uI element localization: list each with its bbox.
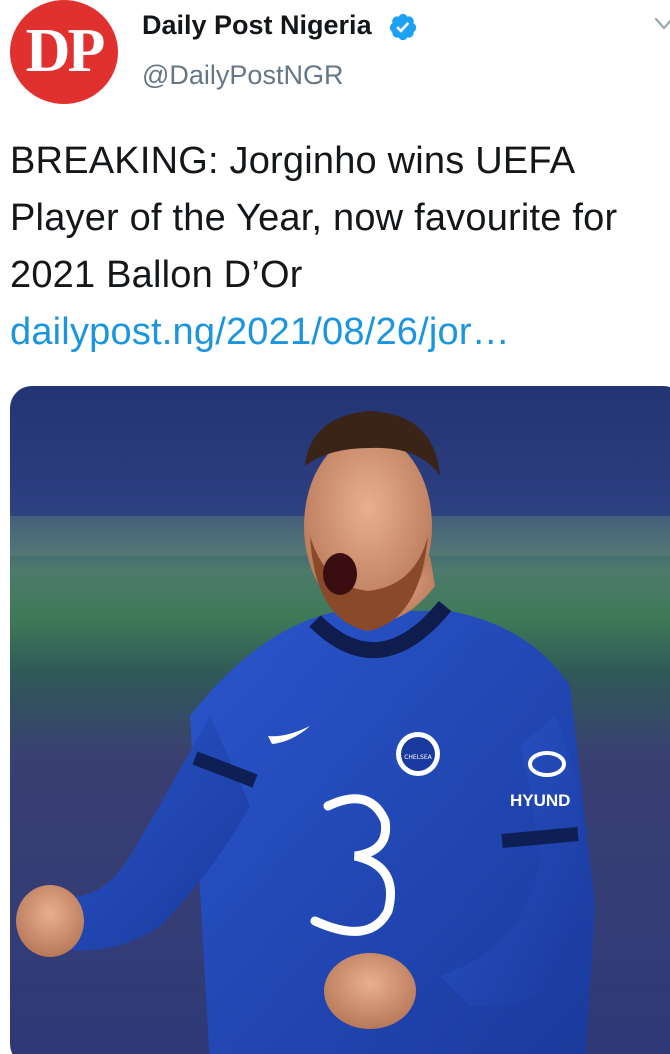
player-photo-illustration: CHELSEA HYUND [10, 386, 670, 1054]
tweet-card[interactable]: DP Daily Post Nigeria @DailyPostNGR BREA… [0, 0, 670, 1054]
club-badge-text: CHELSEA [404, 754, 432, 761]
tweet-body: BREAKING: Jorginho wins UEFA Player of t… [10, 140, 618, 296]
sleeve-sponsor-text: HYUND [510, 791, 570, 810]
verified-badge-icon [389, 13, 417, 41]
avatar-logo-text: DP [25, 16, 106, 85]
avatar[interactable]: DP [10, 0, 118, 104]
tweet-photo[interactable]: CHELSEA HYUND [10, 386, 670, 1054]
tweet-link[interactable]: dailypost.ng/2021/08/26/jor… [10, 311, 510, 353]
display-name[interactable]: Daily Post Nigeria [142, 10, 372, 41]
handle[interactable]: @DailyPostNGR [142, 60, 343, 91]
tweet-text: BREAKING: Jorginho wins UEFA Player of t… [10, 133, 670, 361]
chevron-down-icon[interactable] [654, 14, 670, 34]
